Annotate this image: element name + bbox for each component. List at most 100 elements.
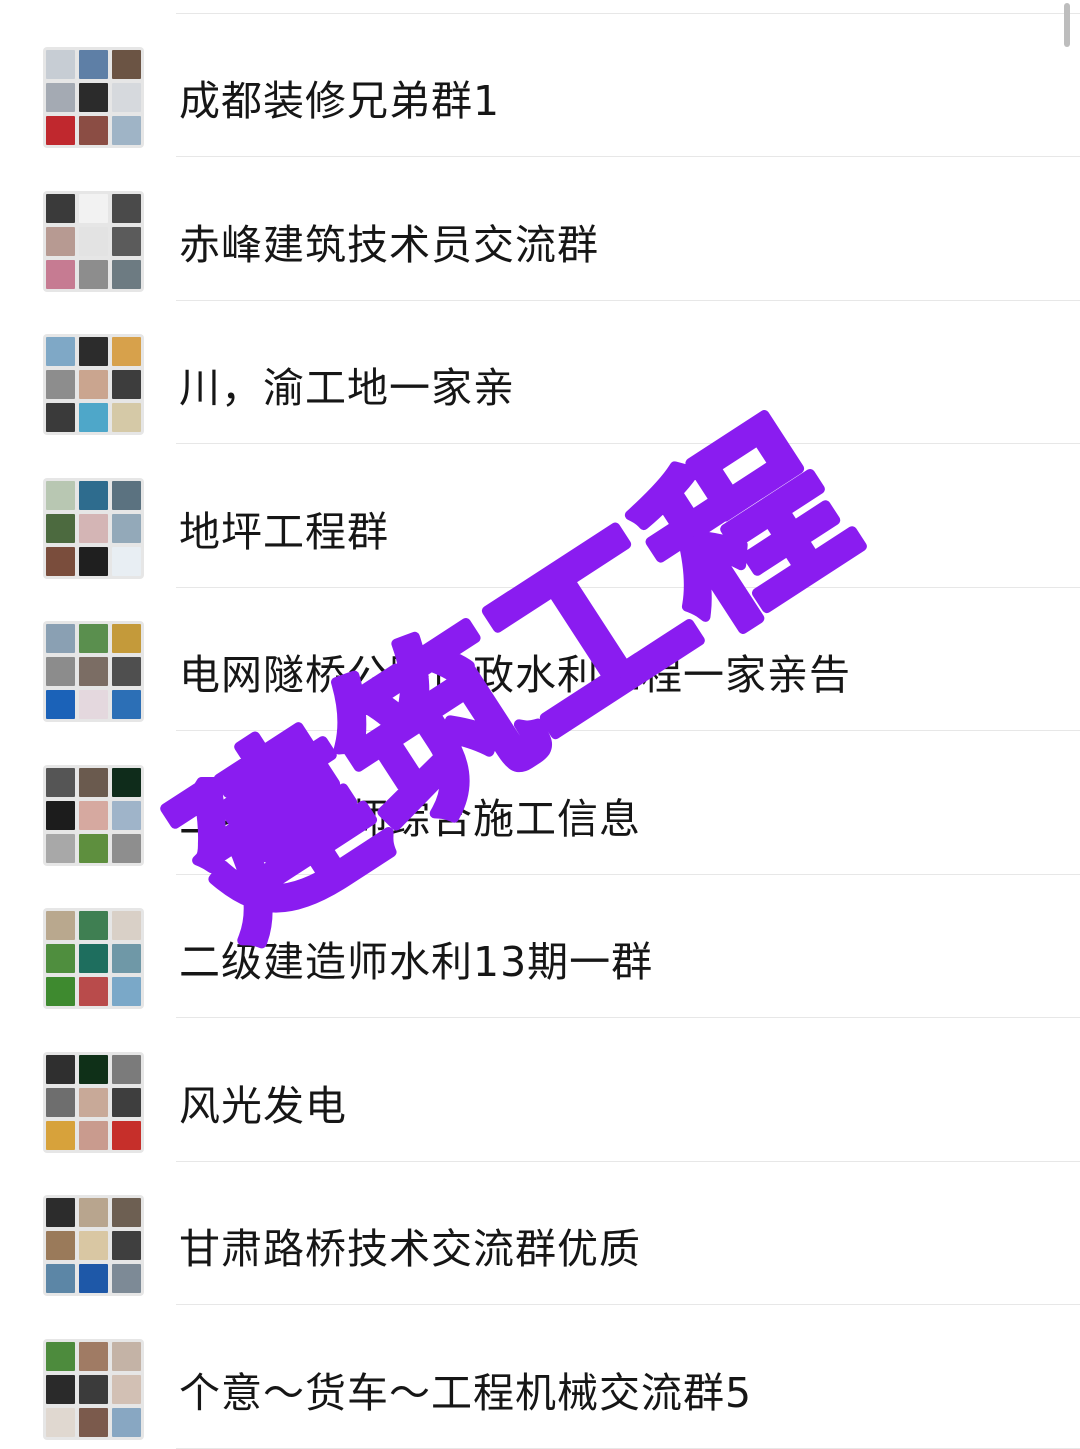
- avatar-tile: [112, 226, 141, 256]
- avatar-tile: [112, 513, 141, 543]
- avatar-tile: [79, 1407, 108, 1437]
- group-chat-row[interactable]: 赤峰建筑技术员交流群: [0, 158, 1080, 301]
- avatar-tile: [112, 657, 141, 686]
- avatar-tile: [112, 1054, 141, 1084]
- scrollbar[interactable]: [1064, 3, 1070, 47]
- group-name: 电网隧桥公路市政水利工程一家亲告: [179, 651, 851, 699]
- group-avatar: [43, 1051, 144, 1153]
- group-chat-row[interactable]: 成都装修兄弟群1: [0, 14, 1080, 157]
- avatar-tile: [79, 513, 108, 543]
- avatar-tile: [46, 403, 75, 432]
- group-avatar: [43, 621, 144, 722]
- avatar-tile: [79, 944, 108, 973]
- group-chat-row[interactable]: 地坪工程群: [0, 445, 1080, 588]
- group-name: 二级建造师水利13期一群: [179, 938, 654, 986]
- group-avatar: [43, 1338, 144, 1440]
- avatar-tile: [46, 546, 75, 576]
- group-chat-list: 成都装修兄弟群1 赤峰建筑技术员交流群川，渝工地一家亲 地坪工程群电网隧桥公路市政水…: [0, 0, 1080, 1449]
- avatar-tile: [79, 1054, 108, 1084]
- avatar-tile: [46, 800, 75, 830]
- avatar-tile: [46, 767, 75, 797]
- avatar-tile: [46, 370, 75, 399]
- avatar-tile: [112, 800, 141, 830]
- avatar-tile: [46, 1120, 75, 1150]
- avatar-tile: [46, 193, 75, 223]
- avatar-tile: [46, 1374, 75, 1404]
- avatar-tile: [112, 944, 141, 973]
- group-name: 二级建造师综合施工信息: [179, 794, 641, 843]
- avatar-tile: [79, 50, 108, 79]
- avatar-tile: [79, 370, 108, 399]
- avatar-tile: [112, 546, 141, 576]
- group-avatar: [43, 764, 144, 866]
- avatar-tile: [79, 193, 108, 223]
- avatar-tile: [46, 944, 75, 973]
- avatar-tile: [79, 226, 108, 256]
- avatar-tile: [79, 1374, 108, 1404]
- avatar-tile: [79, 1341, 108, 1371]
- group-name: 地坪工程群: [179, 507, 389, 556]
- avatar-tile: [46, 833, 75, 863]
- avatar-tile: [79, 480, 108, 510]
- avatar-tile: [79, 800, 108, 830]
- avatar-tile: [46, 83, 75, 112]
- avatar-tile: [79, 116, 108, 145]
- group-avatar: [43, 1195, 144, 1296]
- avatar-tile: [112, 1407, 141, 1437]
- avatar-tile: [112, 1341, 141, 1371]
- avatar-tile: [46, 690, 75, 719]
- group-chat-row[interactable]: 川，渝工地一家亲: [0, 301, 1080, 444]
- avatar-tile: [112, 1374, 141, 1404]
- avatar-tile: [46, 1341, 75, 1371]
- avatar-tile: [112, 83, 141, 112]
- avatar-tile: [79, 624, 108, 653]
- group-avatar: [43, 47, 144, 148]
- avatar-tile: [112, 403, 141, 432]
- group-avatar: [43, 190, 144, 292]
- group-name: 川，渝工地一家亲: [179, 364, 515, 412]
- avatar-tile: [79, 1120, 108, 1150]
- avatar-tile: [79, 1198, 108, 1227]
- avatar-tile: [112, 1264, 141, 1293]
- avatar-tile: [79, 1087, 108, 1117]
- group-chat-row[interactable]: 甘肃路桥技术交流群优质: [0, 1162, 1080, 1305]
- avatar-tile: [79, 83, 108, 112]
- avatar-tile: [46, 480, 75, 510]
- group-chat-row[interactable]: 二级建造师水利13期一群: [0, 875, 1080, 1018]
- avatar-tile: [112, 193, 141, 223]
- avatar-tile: [112, 1087, 141, 1117]
- avatar-tile: [46, 1198, 75, 1227]
- avatar-tile: [112, 911, 141, 940]
- avatar-tile: [46, 259, 75, 289]
- avatar-tile: [112, 480, 141, 510]
- avatar-tile: [46, 513, 75, 543]
- group-name: 风光发电: [179, 1081, 347, 1130]
- avatar-tile: [46, 977, 75, 1006]
- group-chat-row[interactable]: 电网隧桥公路市政水利工程一家亲告: [0, 588, 1080, 731]
- group-name: 甘肃路桥技术交流群优质: [179, 1225, 641, 1273]
- avatar-tile: [79, 911, 108, 940]
- group-chat-row[interactable]: 风光发电: [0, 1019, 1080, 1162]
- avatar-tile: [79, 337, 108, 366]
- avatar-tile: [79, 1231, 108, 1260]
- avatar-tile: [112, 690, 141, 719]
- avatar-tile: [112, 337, 141, 366]
- group-chat-row[interactable]: 个意～货车～工程机械交流群5: [0, 1306, 1080, 1449]
- avatar-tile: [79, 403, 108, 432]
- avatar-tile: [112, 1198, 141, 1227]
- row-divider: [176, 1447, 1080, 1449]
- avatar-tile: [112, 259, 141, 289]
- avatar-tile: [46, 624, 75, 653]
- avatar-tile: [79, 546, 108, 576]
- avatar-tile: [46, 116, 75, 145]
- avatar-tile: [79, 657, 108, 686]
- avatar-tile: [79, 977, 108, 1006]
- avatar-tile: [79, 833, 108, 863]
- avatar-tile: [79, 1264, 108, 1293]
- group-avatar: [43, 908, 144, 1009]
- avatar-tile: [46, 1054, 75, 1084]
- avatar-tile: [46, 657, 75, 686]
- avatar-tile: [46, 226, 75, 256]
- group-chat-row[interactable]: 二级建造师综合施工信息: [0, 732, 1080, 875]
- avatar-tile: [79, 259, 108, 289]
